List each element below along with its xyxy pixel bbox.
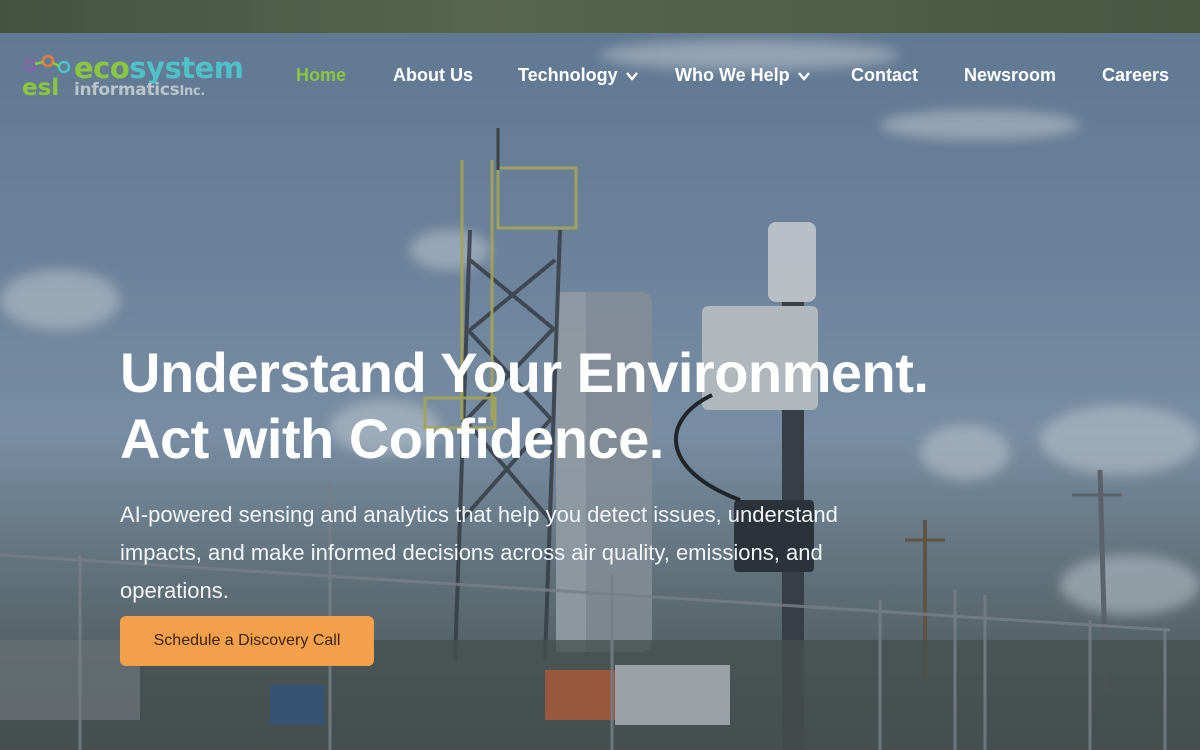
schedule-discovery-call-button[interactable]: Schedule a Discovery Call xyxy=(120,616,374,666)
hero-headline-line1: Understand Your Environment. xyxy=(120,341,929,404)
nav-item-newsroom[interactable]: Newsroom xyxy=(964,65,1056,86)
nav-item-label: Contact xyxy=(851,65,918,85)
nav-item-label: Careers xyxy=(1102,65,1170,85)
nav-item-technology[interactable]: Technology xyxy=(518,65,640,86)
chevron-down-icon[interactable] xyxy=(624,68,640,84)
nav-item-label: Home xyxy=(296,65,347,85)
nav-item-about-us[interactable]: About Us xyxy=(393,65,473,86)
main-navigation: Home About Us Technology Who We Help Con… xyxy=(0,65,1200,91)
nav-item-label: Technology xyxy=(518,65,618,85)
nav-item-label: Newsroom xyxy=(964,65,1057,85)
hero-content: Understand Your Environment. Act with Co… xyxy=(120,340,1000,610)
nav-item-contact[interactable]: Contact xyxy=(851,65,918,86)
nav-item-who-we-help[interactable]: Who We Help xyxy=(675,65,812,86)
nav-item-label: About Us xyxy=(393,65,473,85)
nav-item-home[interactable]: Home xyxy=(296,65,346,86)
nav-item-label: Who We Help xyxy=(675,65,790,85)
hero-headline-line2: Act with Confidence. xyxy=(120,407,664,470)
nav-item-careers[interactable]: Careers xyxy=(1102,65,1169,86)
hero-subtext: AI-powered sensing and analytics that he… xyxy=(120,502,838,603)
site-header: esl ecosystem informaticsInc. Home About… xyxy=(0,33,1200,123)
hero-headline: Understand Your Environment. Act with Co… xyxy=(120,340,1000,472)
chevron-down-icon[interactable] xyxy=(796,68,812,84)
